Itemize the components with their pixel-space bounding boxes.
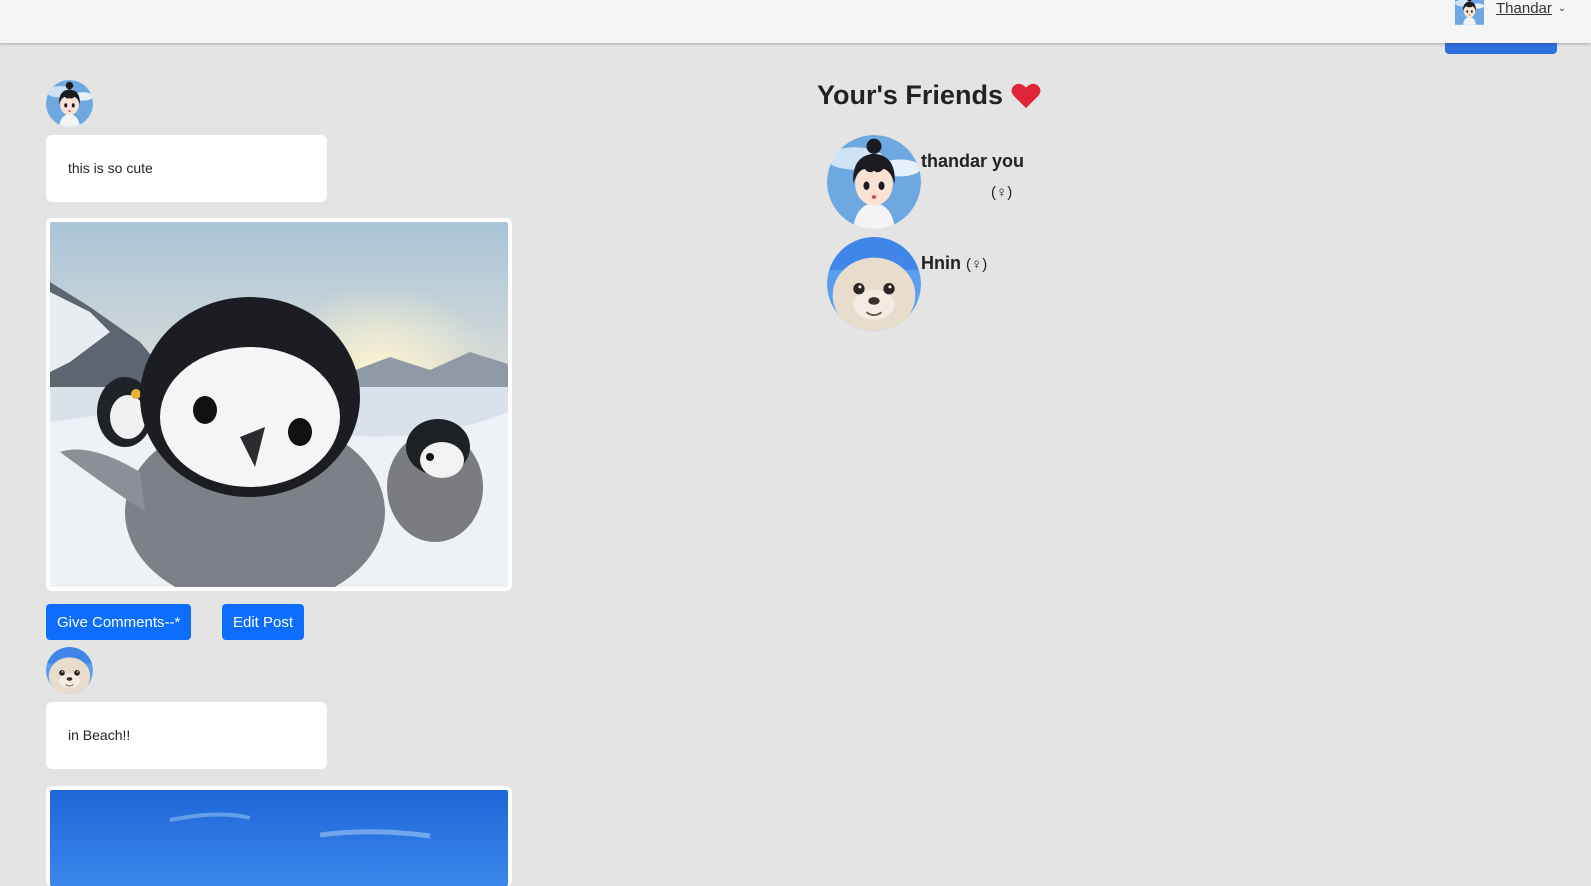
friend-avatar[interactable] [827,237,921,331]
post-image [46,218,512,591]
friend-name[interactable]: Hnin [921,253,961,274]
user-name-link[interactable]: Thandar [1496,0,1552,18]
user-avatar [1449,0,1490,29]
friends-heading: Your's Friends [817,80,1041,111]
give-comments-button[interactable]: Give Comments--* [46,604,192,640]
post-text: this is so cute [46,135,327,202]
friends-title-text: Your's Friends [817,80,1003,110]
top-navbar [0,0,1591,43]
friend-gender: (♀) [991,184,1013,201]
friend-gender: (♀) [966,256,988,273]
friend-avatar[interactable] [827,135,921,229]
friend-name[interactable]: thandar you [921,151,1024,172]
post-image [46,786,512,886]
heart-icon [1011,83,1041,109]
post-author-avatar[interactable] [46,80,93,127]
post-text: in Beach!! [46,702,327,769]
edit-post-button[interactable]: Edit Post [222,604,305,640]
chevron-down-icon[interactable]: ⌄ [1558,0,1566,18]
post-author-avatar[interactable] [46,647,93,694]
user-menu-dropdown[interactable]: Thandar ⌄ [1449,0,1566,30]
